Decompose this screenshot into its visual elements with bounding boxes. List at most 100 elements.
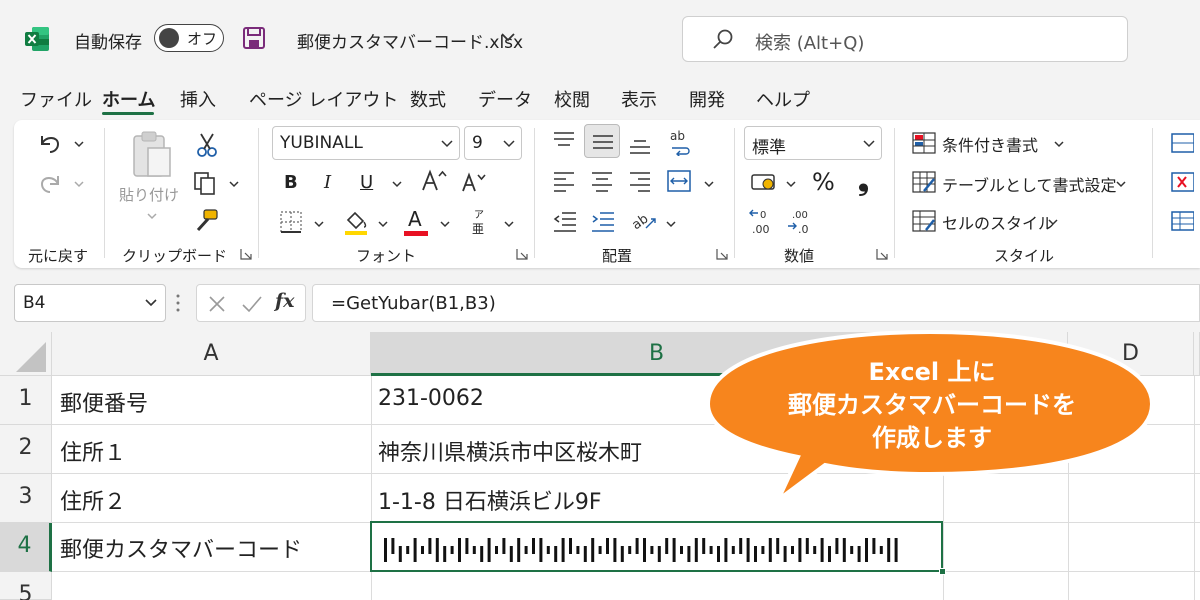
tab-file[interactable]: ファイル <box>20 86 92 112</box>
file-name[interactable]: 郵便カスタマバーコード.xlsx <box>297 28 523 53</box>
align-center-icon[interactable] <box>590 170 614 192</box>
accounting-format-icon[interactable] <box>750 170 778 194</box>
insert-function-button[interactable]: fx <box>275 290 295 312</box>
increase-decimal-icon[interactable]: 0 .00 <box>748 208 778 236</box>
conditional-formatting-icon[interactable] <box>912 132 936 154</box>
underline-button[interactable]: U <box>360 172 373 193</box>
format-as-table-button[interactable]: テーブルとして書式設定 <box>942 172 1117 196</box>
comma-button[interactable]: ❟ <box>858 164 869 198</box>
format-as-table-icon[interactable] <box>912 171 936 193</box>
column-header-a[interactable]: A <box>52 332 371 376</box>
align-right-icon[interactable] <box>628 170 652 192</box>
copy-dropdown-icon[interactable] <box>229 180 239 188</box>
search-box[interactable]: 検索 (Alt+Q) <box>682 16 1128 62</box>
cell-a3[interactable]: 住所２ <box>60 484 126 516</box>
merge-dropdown-icon[interactable] <box>704 180 714 188</box>
paste-label[interactable]: 貼り付け <box>119 184 179 205</box>
name-box[interactable]: B4 <box>14 284 166 322</box>
decrease-decimal-icon[interactable]: .00 .0 <box>786 208 816 236</box>
paste-icon[interactable] <box>130 130 174 180</box>
format-cells-icon[interactable] <box>1170 210 1194 232</box>
cell-a2[interactable]: 住所１ <box>60 435 126 467</box>
chevron-down-icon[interactable] <box>145 298 157 307</box>
font-color-button[interactable]: A <box>408 207 422 231</box>
phonetic-top[interactable]: ア <box>474 206 484 221</box>
undo-dropdown-icon[interactable] <box>74 140 84 148</box>
dialog-launcher-icon[interactable] <box>240 248 252 260</box>
tab-formulas[interactable]: 数式 <box>410 86 446 112</box>
font-color-dropdown-icon[interactable] <box>440 220 450 228</box>
conditional-formatting-button[interactable]: 条件付き書式 <box>942 132 1038 156</box>
tab-page-layout[interactable]: ページ レイアウト <box>249 86 398 112</box>
orientation-icon[interactable]: ab <box>630 206 658 234</box>
number-format-combo[interactable]: 標準 <box>744 126 882 160</box>
row-header-5[interactable]: 5 <box>0 572 52 600</box>
cell-styles-icon[interactable] <box>912 210 936 232</box>
tab-insert[interactable]: 挿入 <box>180 86 216 112</box>
insert-cells-icon[interactable] <box>1170 132 1194 154</box>
fill-color-dropdown-icon[interactable] <box>378 220 388 228</box>
cancel-icon[interactable] <box>207 294 227 314</box>
align-bottom-icon[interactable] <box>628 134 652 156</box>
format-as-table-dropdown-icon[interactable] <box>1116 180 1126 188</box>
redo-icon[interactable] <box>36 170 64 196</box>
row-header-4[interactable]: 4 <box>0 523 52 572</box>
tab-developer[interactable]: 開発 <box>689 86 725 112</box>
cell-b2[interactable]: 神奈川県横浜市中区桜木町 <box>378 435 642 467</box>
row-header-2[interactable]: 2 <box>0 425 52 474</box>
orientation-dropdown-icon[interactable] <box>666 220 676 228</box>
delete-cells-icon[interactable] <box>1170 171 1194 193</box>
fill-color-icon[interactable] <box>342 208 370 236</box>
increase-font-size-icon[interactable] <box>420 168 448 194</box>
increase-indent-icon[interactable] <box>590 210 616 232</box>
borders-dropdown-icon[interactable] <box>314 220 324 228</box>
align-left-icon[interactable] <box>552 170 576 192</box>
paste-dropdown-icon[interactable] <box>147 212 157 220</box>
enter-check-icon[interactable] <box>241 294 263 314</box>
redo-dropdown-icon[interactable] <box>74 180 84 188</box>
tab-review[interactable]: 校閲 <box>554 86 590 112</box>
drag-handle-icon[interactable] <box>176 292 180 314</box>
italic-button[interactable]: I <box>324 172 331 193</box>
borders-icon[interactable] <box>278 210 304 234</box>
save-icon[interactable] <box>242 26 266 50</box>
copy-icon[interactable] <box>192 170 218 196</box>
accounting-dropdown-icon[interactable] <box>786 180 796 188</box>
cell-styles-dropdown-icon[interactable] <box>1048 218 1058 226</box>
conditional-formatting-dropdown-icon[interactable] <box>1054 140 1064 148</box>
wrap-text-icon[interactable]: ab <box>668 128 694 156</box>
format-painter-icon[interactable] <box>192 208 220 234</box>
formula-input[interactable]: =GetYubar(B1,B3) <box>312 284 1200 322</box>
dialog-launcher-icon[interactable] <box>716 248 728 260</box>
bold-button[interactable]: B <box>284 172 298 193</box>
merge-center-icon[interactable] <box>666 168 692 194</box>
row-header-1[interactable]: 1 <box>0 376 52 425</box>
cell-b3[interactable]: 1-1-8 日石横浜ビル9F <box>378 484 602 516</box>
dialog-launcher-icon[interactable] <box>876 248 888 260</box>
font-size-combo[interactable]: 9 <box>464 126 522 160</box>
cell-a4[interactable]: 郵便カスタマバーコード <box>60 532 302 564</box>
cell-a1[interactable]: 郵便番号 <box>60 386 148 418</box>
tab-view[interactable]: 表示 <box>621 86 657 112</box>
cut-icon[interactable] <box>194 132 220 158</box>
column-header-e[interactable] <box>1194 332 1200 376</box>
decrease-indent-icon[interactable] <box>552 210 578 232</box>
chevron-down-icon[interactable] <box>500 30 516 44</box>
row-header-3[interactable]: 3 <box>0 474 52 523</box>
cell-b1[interactable]: 231-0062 <box>378 386 484 411</box>
align-top-icon[interactable] <box>552 130 576 152</box>
underline-dropdown-icon[interactable] <box>392 180 402 188</box>
dialog-launcher-icon[interactable] <box>516 248 528 260</box>
tab-data[interactable]: データ <box>478 86 532 112</box>
percent-button[interactable]: % <box>812 168 835 196</box>
tab-help[interactable]: ヘルプ <box>756 86 810 112</box>
fill-handle[interactable] <box>939 568 946 575</box>
phonetic-dropdown-icon[interactable] <box>504 220 514 228</box>
decrease-font-size-icon[interactable] <box>460 170 488 194</box>
autosave-toggle[interactable]: オフ <box>154 24 224 52</box>
undo-icon[interactable] <box>36 130 64 156</box>
font-name-combo[interactable]: YUBINALL <box>272 126 460 160</box>
select-all-button[interactable] <box>0 332 52 376</box>
phonetic-bottom[interactable]: 亜 <box>472 220 484 237</box>
align-middle-button[interactable] <box>584 124 620 158</box>
